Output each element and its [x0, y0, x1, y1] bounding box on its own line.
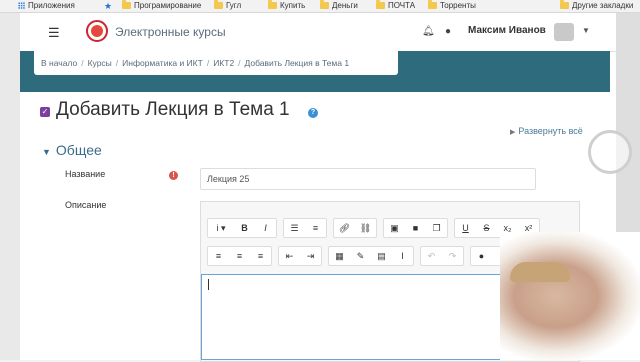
paragraph-style-icon[interactable]: i ▾ [208, 219, 234, 237]
text-cursor-icon[interactable]: I [392, 247, 413, 265]
bookmark-google[interactable]: Гугл [214, 0, 241, 10]
bookmark-programming[interactable]: Програмирование [122, 0, 201, 10]
description-label: Описание [65, 200, 107, 210]
accessibility-icon[interactable]: ● [471, 247, 492, 265]
page-title: Добавить Лекция в Тема 1 [56, 99, 290, 120]
calculator-icon[interactable]: ▦ [329, 247, 350, 265]
scroll-indicator[interactable] [588, 130, 632, 174]
breadcrumb-courses[interactable]: Курсы [88, 58, 112, 68]
left-margin [0, 13, 20, 360]
hamburger-icon[interactable]: ☰ [48, 25, 60, 41]
folder-icon [214, 0, 223, 9]
indent-icon[interactable]: ⇥ [300, 247, 321, 265]
breadcrumb-home[interactable]: В начало [41, 58, 77, 68]
italic-button[interactable]: I [255, 219, 276, 237]
video-icon[interactable]: ■ [405, 219, 426, 237]
bell-icon[interactable]: 🔔︎ [422, 26, 435, 37]
bookmark-apps[interactable]: Приложения [18, 1, 75, 10]
expand-all-link[interactable]: ▶ Развернуть всё [510, 126, 583, 136]
align-center-icon[interactable]: ≡ [229, 247, 250, 265]
edit-icon[interactable]: ✎ [350, 247, 371, 265]
help-icon[interactable]: ? [308, 108, 318, 118]
bookmark-mail[interactable]: ПОЧТА [376, 0, 415, 10]
toolbar-row-2: ≡ ≡ ≡ ⇤ ⇥ ▦ ✎ ▤ I ↶ ↷ ● ⁘ [207, 246, 543, 266]
outdent-icon[interactable]: ⇤ [279, 247, 300, 265]
folder-icon [376, 0, 385, 9]
redo-icon[interactable]: ↷ [442, 247, 463, 265]
bookmark-buy[interactable]: Купить [268, 0, 305, 10]
toolbar-group-align: ≡ ≡ ≡ [207, 246, 272, 266]
toolbar-group-style: i ▾ B I [207, 218, 277, 238]
name-label: Название [65, 169, 106, 179]
toolbar-group-indent: ⇤ ⇥ [278, 246, 322, 266]
apps-icon [18, 2, 25, 9]
toolbar-group-tools: ▦ ✎ ▤ I [328, 246, 414, 266]
strikethrough-button[interactable]: S [476, 219, 497, 237]
unlink-icon[interactable]: ⛓︎ [355, 219, 376, 237]
webcam-person [510, 262, 570, 282]
folder-icon [560, 0, 569, 9]
bookmarks-bar: Приложения ★ Програмирование Гугл Купить… [0, 0, 640, 13]
star-icon[interactable]: ★ [104, 1, 112, 12]
toolbar-group-lists: ☰ ≡ [283, 218, 327, 238]
navbar: ☰ Электронные курсы 🔔︎ ● Максим Иванов ▼ [20, 13, 616, 52]
breadcrumb-course[interactable]: ИКТ2 [213, 58, 234, 68]
site-logo[interactable] [86, 20, 108, 42]
avatar[interactable] [554, 23, 574, 41]
bookmark-other[interactable]: Другие закладки [560, 0, 633, 10]
toolbar-group-links: 🔗︎ ⛓︎ [333, 218, 377, 238]
webcam-overlay [500, 232, 640, 360]
user-name[interactable]: Максим Иванов [468, 25, 546, 36]
toolbar-group-media: ▣ ■ ❐ [383, 218, 448, 238]
toolbar-row-1: i ▾ B I ☰ ≡ 🔗︎ ⛓︎ ▣ ■ ❐ U S x₂ x² [207, 218, 540, 238]
triangle-right-icon: ▶ [510, 129, 516, 136]
numbered-list-icon[interactable]: ≡ [305, 219, 326, 237]
bookmark-torrents[interactable]: Торренты [428, 0, 476, 10]
table-icon[interactable]: ▤ [371, 247, 392, 265]
breadcrumb-current: Добавить Лекция в Тема 1 [244, 58, 350, 68]
undo-icon[interactable]: ↶ [421, 247, 442, 265]
breadcrumb: В начало / Курсы / Информатика и ИКТ / ИКТ2/До… [34, 51, 398, 75]
activity-icon: ✓ [40, 107, 50, 117]
required-icon: ! [169, 171, 178, 180]
folder-icon [268, 0, 277, 9]
folder-icon [428, 0, 437, 9]
link-icon[interactable]: 🔗︎ [334, 219, 355, 237]
image-icon[interactable]: ▣ [384, 219, 405, 237]
chat-icon[interactable]: ● [445, 26, 451, 37]
file-icon[interactable]: ❐ [426, 219, 447, 237]
bullet-list-icon[interactable]: ☰ [284, 219, 305, 237]
name-input[interactable]: Лекция 25 [200, 168, 536, 190]
breadcrumb-category[interactable]: Информатика и ИКТ [122, 58, 203, 68]
align-left-icon[interactable]: ≡ [208, 247, 229, 265]
toolbar-group-history: ↶ ↷ [420, 246, 464, 266]
bookmark-money[interactable]: Деньги [320, 0, 358, 10]
text-cursor [208, 279, 209, 290]
section-general-toggle[interactable]: ▼ Общее [42, 142, 102, 158]
folder-icon [320, 0, 329, 9]
bold-button[interactable]: B [234, 219, 255, 237]
triangle-down-icon: ▼ [42, 147, 51, 157]
site-name[interactable]: Электронные курсы [115, 25, 226, 39]
caret-down-icon[interactable]: ▼ [582, 26, 590, 35]
underline-button[interactable]: U [455, 219, 476, 237]
align-right-icon[interactable]: ≡ [250, 247, 271, 265]
folder-icon [122, 0, 131, 9]
